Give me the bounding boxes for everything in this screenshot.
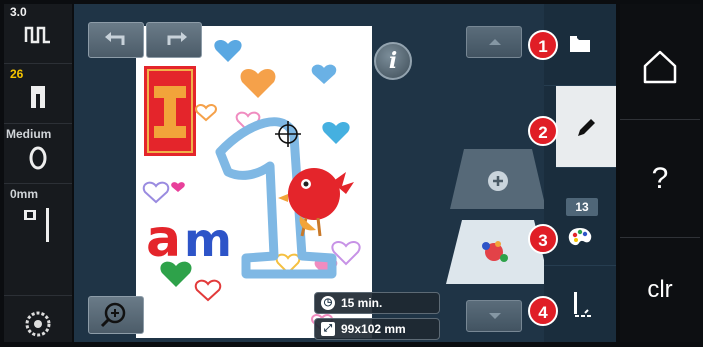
svg-text:m: m [184, 213, 232, 267]
undo-icon [89, 32, 145, 61]
svg-text:a: a [146, 209, 181, 269]
scroll-down-button[interactable] [466, 300, 522, 332]
tension-value: Medium [6, 127, 52, 141]
status-column: 3.0 26 Medium 0mm [4, 4, 72, 342]
redo-button[interactable] [146, 22, 202, 58]
zoom-button[interactable] [88, 296, 144, 334]
tension-icon [4, 144, 72, 177]
speed-status[interactable]: 3.0 [4, 4, 72, 64]
tab-edit[interactable] [556, 86, 616, 168]
tab-column: 13 [544, 4, 616, 342]
clear-label: clr [647, 276, 673, 303]
scroll-up-button[interactable] [466, 26, 522, 58]
count-status[interactable]: 26 [4, 66, 72, 124]
pencil-icon [556, 116, 616, 145]
clock-icon: ◷ [321, 296, 335, 310]
redo-icon [147, 32, 203, 61]
stitch-time-display: ◷ 15 min. [314, 292, 440, 314]
help-button[interactable]: ? [620, 122, 700, 238]
home-button[interactable] [620, 4, 700, 120]
clear-button[interactable]: clr [620, 240, 700, 342]
bobbin-button[interactable] [4, 304, 72, 342]
callout-2: 2 [528, 116, 558, 146]
needle-icon [4, 204, 72, 249]
callout-1: 1 [528, 30, 558, 60]
design-area: a m i ◷ 15 min. ⤢ 99x102 mm [74, 4, 550, 342]
help-icon: ? [651, 162, 669, 195]
design-size-value: 99x102 mm [341, 322, 406, 336]
callout-3: 3 [528, 224, 558, 254]
offset-status[interactable]: 0mm [4, 186, 72, 296]
arrow-up-icon [467, 39, 523, 61]
undo-button[interactable] [88, 22, 144, 58]
callout-4: 4 [528, 296, 558, 326]
design-size-display: ⤢ 99x102 mm [314, 318, 440, 340]
system-column: ? clr [620, 4, 700, 342]
tension-status[interactable]: Medium [4, 126, 72, 184]
resize-icon: ⤢ [321, 322, 335, 336]
embroidery-screen: 3.0 26 Medium 0mm a m i ◷ 15 min. ⤢ 99x1… [0, 0, 703, 347]
bobbin-icon [24, 311, 52, 342]
info-icon[interactable]: i [374, 42, 412, 80]
crosshair-icon [275, 121, 301, 147]
color-count-badge: 13 [566, 198, 598, 216]
add-layer-button[interactable] [450, 147, 546, 211]
stitch-icon [4, 24, 72, 52]
speed-value: 3.0 [10, 5, 27, 19]
tab-color[interactable]: 13 [544, 176, 616, 266]
arrow-down-icon [467, 313, 523, 335]
offset-value: 0mm [10, 187, 39, 201]
stitch-time-value: 15 min. [341, 296, 383, 310]
count-value: 26 [10, 67, 24, 81]
zoom-icon [89, 302, 145, 337]
home-icon [640, 50, 680, 90]
presser-foot-icon [4, 84, 72, 115]
